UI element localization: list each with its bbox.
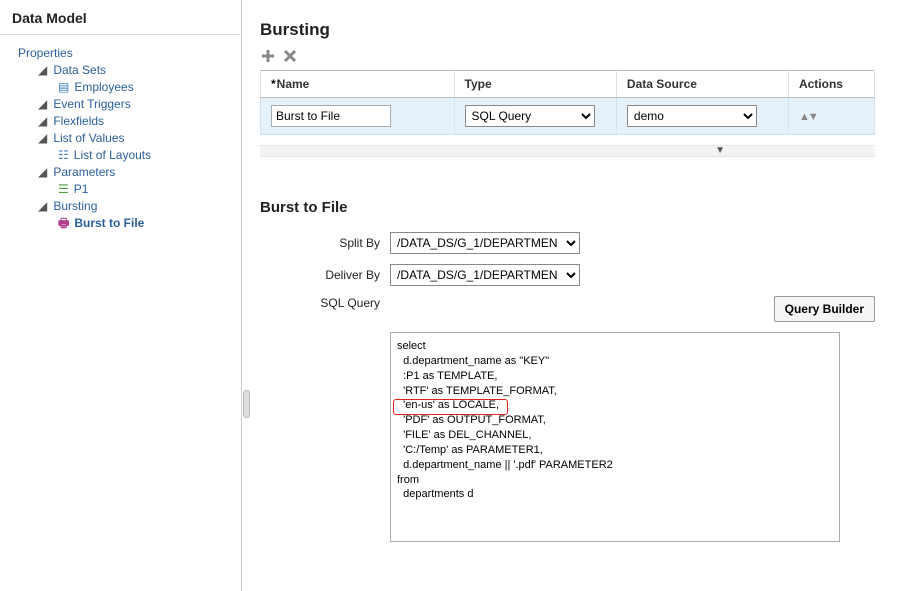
tree-bursting[interactable]: Bursting xyxy=(53,199,97,213)
bursting-ds-select[interactable]: demo xyxy=(627,105,757,127)
bursting-title: Bursting xyxy=(260,20,875,40)
tree-list-of-values[interactable]: List of Values xyxy=(53,131,124,145)
tree-data-sets[interactable]: Data Sets xyxy=(53,63,106,77)
expand-icon[interactable]: ◢ xyxy=(38,166,47,175)
query-builder-button[interactable]: Query Builder xyxy=(774,296,875,322)
sql-label: SQL Query xyxy=(260,296,380,310)
tree-event-triggers[interactable]: Event Triggers xyxy=(53,97,130,111)
bursting-row[interactable]: SQL Query demo ▲▼ xyxy=(261,98,875,135)
printer-icon: 🖶 xyxy=(58,217,69,229)
model-tree: Properties ◢ Data Sets ▤ Employees xyxy=(0,35,241,230)
expand-icon[interactable]: ◢ xyxy=(38,64,47,73)
tree-label: List of Layouts xyxy=(74,148,151,162)
panel-separator: ▼ xyxy=(260,145,875,157)
expand-icon[interactable]: ◢ xyxy=(38,98,47,107)
required-indicator: * xyxy=(271,77,276,91)
bursting-type-select[interactable]: SQL Query xyxy=(465,105,595,127)
tree-list-of-layouts[interactable]: ☷ List of Layouts xyxy=(58,148,151,162)
table-icon: ▤ xyxy=(58,81,69,93)
collapse-icon[interactable]: ▼ xyxy=(715,145,725,156)
sidebar-title: Data Model xyxy=(0,6,241,35)
tree-parameters[interactable]: Parameters xyxy=(53,165,115,179)
col-type: Type xyxy=(454,71,616,98)
col-actions: Actions xyxy=(788,71,874,98)
tree-flexfields[interactable]: Flexfields xyxy=(53,114,104,128)
tree-label: P1 xyxy=(74,182,89,196)
tree-label: Employees xyxy=(74,80,133,94)
tree-root-properties[interactable]: Properties xyxy=(18,46,73,60)
detail-title: Burst to File xyxy=(260,187,875,216)
splitby-select[interactable]: /DATA_DS/G_1/DEPARTMEN xyxy=(390,232,580,254)
bursting-name-input[interactable] xyxy=(271,105,391,127)
add-icon[interactable] xyxy=(260,48,276,64)
deliverby-label: Deliver By xyxy=(260,268,380,282)
lov-icon: ☷ xyxy=(58,149,69,161)
col-name: *Name xyxy=(261,71,455,98)
expand-icon[interactable]: ◢ xyxy=(38,115,47,124)
move-up-down-icon[interactable]: ▲▼ xyxy=(799,111,817,123)
burst-detail: Burst to File Split By /DATA_DS/G_1/DEPA… xyxy=(260,187,875,545)
tree-employees[interactable]: ▤ Employees xyxy=(58,80,134,94)
main-panel: Bursting *Name Type Data Source Actions xyxy=(242,0,899,591)
deliverby-select[interactable]: /DATA_DS/G_1/DEPARTMEN xyxy=(390,264,580,286)
splitby-label: Split By xyxy=(260,236,380,250)
param-icon: ☰ xyxy=(58,183,69,195)
tree-burst-to-file[interactable]: 🖶 Burst to File xyxy=(58,216,144,230)
tree-label: Burst to File xyxy=(74,216,144,230)
col-name-label: Name xyxy=(277,77,310,91)
data-model-sidebar: Data Model Properties ◢ Data Sets ▤ Empl… xyxy=(0,0,242,591)
expand-icon[interactable]: ◢ xyxy=(38,200,47,209)
sql-textarea[interactable] xyxy=(390,332,840,542)
col-data-source: Data Source xyxy=(616,71,788,98)
splitter-handle[interactable] xyxy=(243,390,250,418)
expand-icon[interactable]: ◢ xyxy=(38,132,47,141)
bursting-grid: *Name Type Data Source Actions SQL Query xyxy=(260,70,875,135)
tree-p1[interactable]: ☰ P1 xyxy=(58,182,88,196)
delete-icon[interactable] xyxy=(282,48,298,64)
